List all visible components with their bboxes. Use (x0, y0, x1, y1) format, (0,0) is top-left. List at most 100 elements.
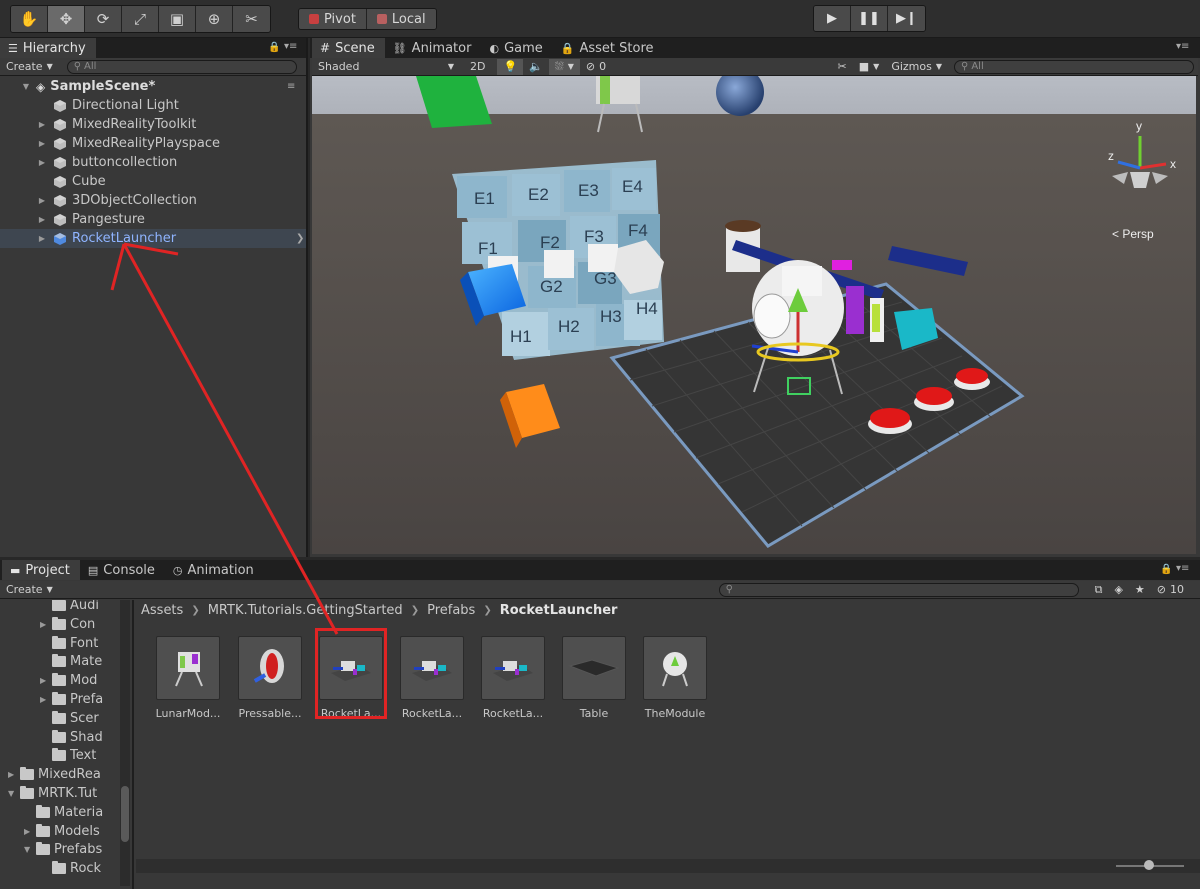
step-button[interactable]: ▶❙ (888, 6, 925, 31)
pause-button[interactable]: ❚❚ (851, 6, 888, 31)
scene-search-input[interactable]: ⚲ All (954, 59, 1194, 74)
asset-the-module[interactable]: TheModule (643, 636, 723, 726)
folder-tree-item[interactable]: Mate (0, 652, 120, 671)
hand-tool-button[interactable]: ✋ (11, 6, 48, 32)
expand-arrow-icon[interactable]: ▶ (8, 770, 20, 779)
expand-arrow-icon[interactable]: ▶ (40, 620, 52, 629)
tab-hierarchy[interactable]: ☰ Hierarchy (0, 38, 96, 58)
folder-tree-item[interactable]: ▶ MixedRea (0, 765, 120, 784)
expand-arrow-icon[interactable]: ▼ (20, 82, 32, 91)
folder-tree-item[interactable]: Scer (0, 709, 120, 728)
expand-arrow-icon[interactable]: ▶ (36, 215, 48, 224)
hierarchy-create-dropdown[interactable]: Create ▼ (0, 59, 59, 75)
asset-lunar-module[interactable]: LunarMod... (156, 636, 236, 726)
tree-scrollbar[interactable] (120, 600, 130, 886)
expand-arrow-icon[interactable]: ▶ (36, 196, 48, 205)
hierarchy-item[interactable]: ▶ buttoncollection (0, 153, 306, 172)
hierarchy-item[interactable]: ▶ Pangesture (0, 210, 306, 229)
tab-scene[interactable]: # Scene (312, 38, 385, 58)
project-create-dropdown[interactable]: Create ▼ (0, 582, 59, 598)
folder-tree-item[interactable]: Shad (0, 728, 120, 747)
lighting-toggle[interactable]: 💡 (497, 58, 524, 75)
filter-label-button[interactable]: ◈ (1108, 582, 1128, 598)
asset-rocket-launcher-3[interactable]: RocketLa... (481, 636, 561, 726)
2d-toggle[interactable]: 2D (464, 59, 491, 75)
lock-icon[interactable]: 🔒 (268, 42, 280, 53)
audio-toggle[interactable]: 🔈 (523, 59, 549, 75)
slider-handle[interactable] (1144, 860, 1154, 870)
filter-type-button[interactable]: ⧉ (1089, 582, 1109, 598)
hierarchy-item[interactable]: ▶ MixedRealityToolkit (0, 115, 306, 134)
folder-tree-item[interactable]: Text (0, 746, 120, 765)
tab-animator[interactable]: ⛓ Animator (385, 38, 482, 58)
panel-menu-icon[interactable]: ▾≡ (1176, 563, 1189, 574)
scene-panel-menu-icon[interactable]: ▾≡ (1176, 41, 1189, 52)
shading-dropdown[interactable]: Shaded ▼ (312, 59, 460, 75)
tab-console[interactable]: ▤ Console (80, 560, 165, 580)
folder-tree-item[interactable]: Audi (0, 600, 120, 615)
hierarchy-item[interactable]: ▶ MixedRealityPlayspace (0, 134, 306, 153)
move-tool-button[interactable]: ✥ (48, 6, 85, 32)
rotate-tool-button[interactable]: ⟳ (85, 6, 122, 32)
expand-arrow-icon[interactable]: ▼ (8, 789, 20, 798)
breadcrumb-item[interactable]: Prefabs (427, 603, 475, 618)
asset-rocket-launcher-2[interactable]: RocketLa... (400, 636, 480, 726)
scene-viewport[interactable]: E1 E2 E3 E4 F1 F2 F3 F4 G2 G3 H1 H2 H3 H… (312, 76, 1196, 554)
folder-tree-item[interactable]: Font (0, 634, 120, 653)
tab-project[interactable]: ▬ Project (2, 560, 80, 580)
tools-toggle[interactable]: ✂ (832, 59, 853, 75)
lock-icon[interactable]: 🔒 (1160, 564, 1172, 575)
expand-arrow-icon[interactable]: ▶ (40, 676, 52, 685)
folder-tree-item[interactable]: ▶ Prefa (0, 690, 120, 709)
scale-tool-button[interactable]: ⤢ (122, 6, 159, 32)
favorite-button[interactable]: ★ (1129, 582, 1151, 598)
expand-arrow-icon[interactable]: ▶ (36, 120, 48, 129)
folder-icon (52, 635, 66, 649)
custom-tool-button[interactable]: ✂ (233, 6, 270, 32)
hierarchy-item[interactable]: Cube (0, 172, 306, 191)
folder-tree-item[interactable]: ▼ Prefabs (0, 840, 120, 859)
project-search-input[interactable]: ⚲ (718, 582, 1079, 597)
camera-dropdown[interactable]: ■ ▼ (853, 59, 886, 75)
breadcrumb-item[interactable]: Assets (141, 603, 183, 618)
scene-menu-icon[interactable]: ≡ (287, 81, 295, 92)
hidden-objects-toggle[interactable]: ⊘ 0 (580, 59, 612, 75)
hidden-packages-toggle[interactable]: ⊘ 10 (1151, 582, 1190, 598)
local-button[interactable]: Local (366, 9, 436, 29)
expand-arrow-icon[interactable]: ▶ (36, 158, 48, 167)
expand-arrow-icon[interactable]: ▶ (40, 695, 52, 704)
scene-row[interactable]: ▼ ◈ SampleScene* ≡ (0, 77, 306, 96)
folder-tree-item[interactable]: ▶ Con (0, 615, 120, 634)
panel-menu-icon[interactable]: ▾≡ (284, 41, 297, 52)
hierarchy-item[interactable]: Directional Light (0, 96, 306, 115)
folder-tree-item[interactable]: ▶ Mod (0, 671, 120, 690)
play-button[interactable]: ▶ (814, 6, 851, 31)
tab-animation[interactable]: ◷ Animation (165, 560, 264, 580)
scene-render[interactable]: E1 E2 E3 E4 F1 F2 F3 F4 G2 G3 H1 H2 H3 H… (312, 76, 1196, 554)
gizmos-dropdown[interactable]: Gizmos ▼ (885, 59, 948, 75)
folder-tree-item[interactable]: Materia (0, 803, 120, 822)
expand-arrow-icon[interactable]: ▶ (36, 139, 48, 148)
pivot-button[interactable]: Pivot (299, 9, 367, 29)
hierarchy-item[interactable]: ▶ 3DObjectCollection (0, 191, 306, 210)
tab-game[interactable]: ◐ Game (481, 38, 552, 58)
folder-tree-item[interactable]: ▼ MRTK.Tut (0, 784, 120, 803)
rect-tool-button[interactable]: ▣ (159, 6, 196, 32)
asset-table[interactable]: Table (562, 636, 642, 726)
expand-arrow-icon[interactable]: ▶ (24, 827, 36, 836)
expand-arrow-icon[interactable]: ▼ (24, 845, 36, 854)
tab-asset-store[interactable]: 🔒 Asset Store (553, 38, 664, 58)
persp-label[interactable]: < Persp (1112, 227, 1154, 241)
breadcrumb-item[interactable]: MRTK.Tutorials.GettingStarted (208, 603, 403, 618)
asset-pressable-button[interactable]: Pressable... (238, 636, 318, 726)
folder-tree-item[interactable]: ▶ Models (0, 822, 120, 841)
folder-tree-item[interactable]: Rock (0, 859, 120, 878)
asset-thumbnail (156, 636, 220, 700)
expand-arrow-icon[interactable]: ▶ (36, 234, 48, 243)
transform-tool-button[interactable]: ⊕ (196, 6, 233, 32)
hierarchy-item[interactable]: ▶ RocketLauncher ❯ (0, 229, 306, 248)
tree-scroll-thumb[interactable] (121, 786, 129, 842)
hierarchy-search-input[interactable]: ⚲ All (66, 59, 297, 74)
chevron-right-icon[interactable]: ❯ (296, 233, 304, 244)
effects-dropdown[interactable]: ⛆ ▼ (548, 58, 580, 75)
